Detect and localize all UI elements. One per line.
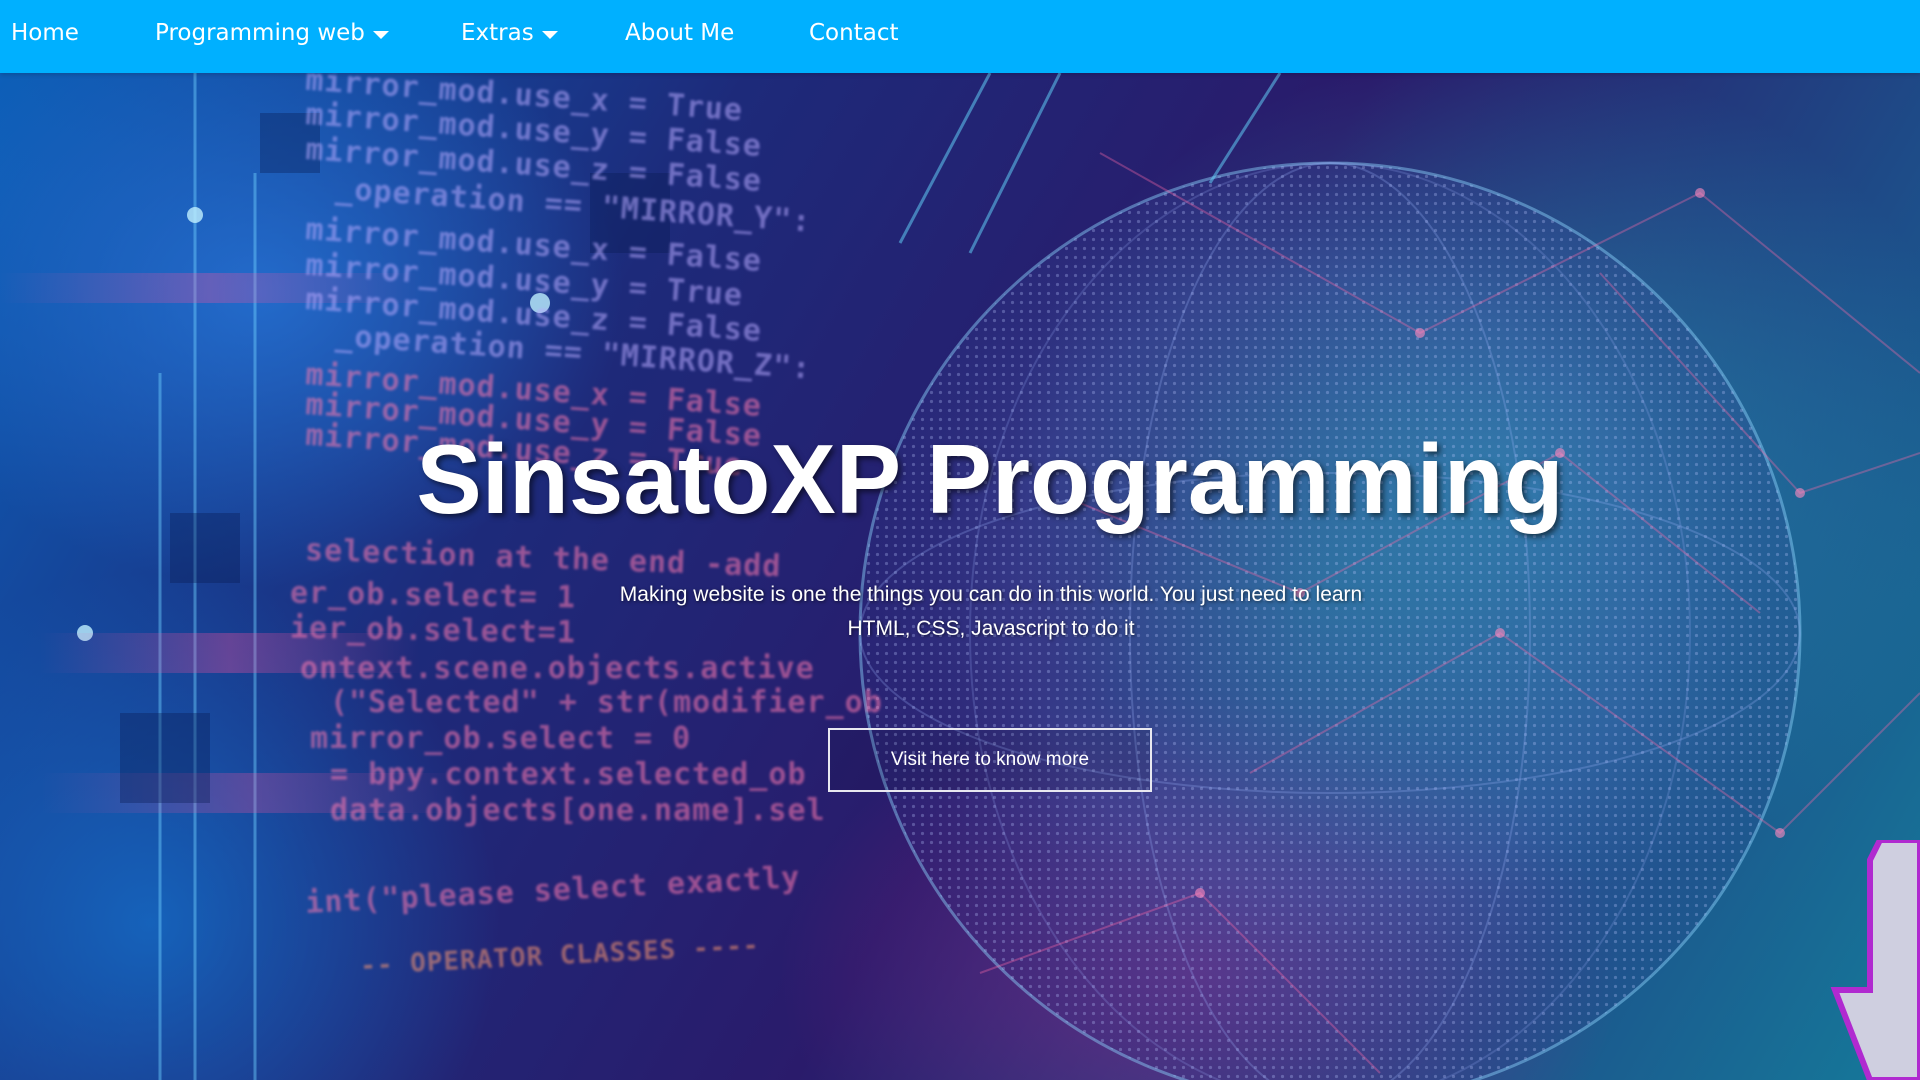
hero-subtitle-line2: HTML, CSS, Javascript to do it (847, 617, 1135, 640)
code-line: ("Selected" + str(modifier_ob (330, 685, 883, 720)
nav-about-me[interactable]: About Me (625, 20, 734, 46)
hero-section: mirror_mod.use_x = True mirror_mod.use_y… (0, 73, 1920, 1080)
code-line: er_ob.select= 1 (289, 575, 577, 616)
nav-home[interactable]: Home (11, 20, 79, 46)
nav-contact-label: Contact (809, 20, 899, 46)
code-line: ontext.scene.objects.active (300, 651, 815, 686)
hero-background-graphic (0, 73, 1920, 1080)
nav-programming-web[interactable]: Programming web (155, 20, 389, 46)
chevron-down-icon (372, 31, 389, 39)
nav-programming-web-label: Programming web (155, 20, 365, 46)
page: Home Programming web Extras About Me Con… (0, 0, 1920, 1080)
nav-about-me-label: About Me (625, 20, 735, 46)
code-line: = bpy.context.selected_ob (330, 757, 807, 792)
nav-home-label: Home (11, 20, 79, 46)
visit-more-button[interactable]: Visit here to know more (828, 728, 1152, 792)
arrow-down-icon (1830, 840, 1920, 1080)
hero-subtitle: Making website is one the things you can… (570, 578, 1412, 646)
chevron-down-icon (541, 31, 558, 39)
nav-extras-label: Extras (461, 20, 534, 46)
visit-more-button-label: Visit here to know more (890, 749, 1090, 770)
nav-contact[interactable]: Contact (809, 20, 898, 46)
nav-extras[interactable]: Extras (461, 20, 558, 46)
code-line: mirror_ob.select = 0 (310, 721, 692, 756)
code-line: ier_ob.select=1 (289, 610, 577, 651)
hero-title: SinsatoXP Programming (416, 424, 1564, 534)
code-line: data.objects[one.name].sel (330, 793, 826, 828)
hero-subtitle-line1: Making website is one the things you can… (619, 583, 1363, 606)
top-navbar: Home Programming web Extras About Me Con… (0, 0, 1920, 73)
